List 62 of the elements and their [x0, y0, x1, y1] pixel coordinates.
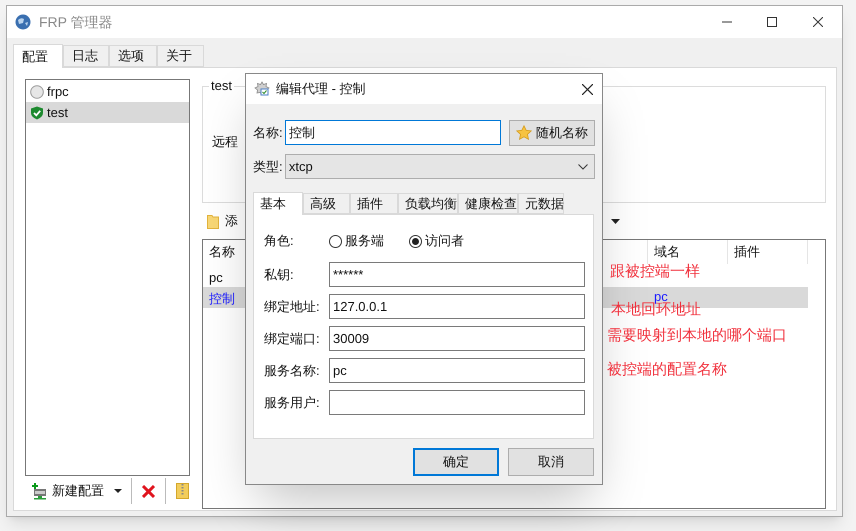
tab[interactable]: 元数据 [518, 193, 564, 214]
type-dropdown[interactable]: xtcp [284, 154, 595, 179]
window-title: FRP 管理器 [39, 12, 113, 32]
field-label: 绑定端口: [264, 330, 321, 348]
input-field[interactable]: ****** [329, 262, 585, 287]
name-field[interactable]: 控制 [284, 120, 502, 145]
random-name-button[interactable]: 随机名称 [509, 120, 595, 146]
dialog-button[interactable]: 取消 [508, 448, 594, 476]
delete-icon [142, 484, 155, 498]
radio-option[interactable]: 服务端 [329, 231, 409, 251]
input-field[interactable]: 127.0.0.1 [329, 294, 585, 319]
table-cell: 控制 [209, 291, 235, 306]
annotation-text: 跟被控端一样 [610, 264, 700, 280]
table-cell: pc [654, 289, 668, 304]
add-button[interactable]: 添 [225, 211, 238, 231]
caret-icon [114, 489, 122, 493]
shield-check-icon [30, 106, 44, 120]
chevron-down-icon [578, 164, 588, 170]
column-header[interactable]: 域名 [648, 240, 728, 264]
tab[interactable]: 基本 [253, 192, 303, 215]
column-header[interactable]: 插件 [728, 240, 808, 264]
maximize-icon [767, 17, 777, 27]
field-label: 私钥: [264, 266, 295, 284]
config-item[interactable]: frpc [26, 81, 189, 102]
field-label: 远程 [212, 133, 238, 151]
circle-icon [30, 84, 44, 98]
field-label: 服务名称: [264, 362, 321, 380]
config-item[interactable]: test [26, 102, 189, 123]
zip-file-icon [176, 483, 189, 499]
dialog-button[interactable]: 确定 [413, 448, 499, 476]
tab[interactable]: 负载均衡 [398, 193, 458, 214]
annotation-text: 需要映射到本地的哪个端口 [607, 328, 787, 344]
caret-icon [611, 219, 620, 224]
radio-button[interactable] [409, 234, 422, 248]
close-icon [582, 84, 593, 94]
input-field[interactable]: 30009 [329, 326, 585, 351]
star-icon [516, 125, 532, 140]
tab[interactable]: 高级 [303, 193, 350, 214]
radio-button[interactable] [329, 234, 342, 248]
field-label: 名称: [253, 124, 284, 142]
tab[interactable]: 日志 [63, 45, 109, 67]
close-icon [813, 17, 823, 27]
tab[interactable]: 健康检查 [458, 193, 518, 214]
radio-option[interactable]: 访问者 [409, 231, 464, 251]
annotation-text: 被控端的配置名称 [607, 362, 727, 378]
field-label: 绑定地址: [264, 298, 321, 316]
gear-document-icon [254, 81, 270, 97]
field-label: 服务用户: [264, 394, 321, 412]
tab[interactable]: 关于 [157, 45, 204, 67]
tab[interactable]: 插件 [350, 193, 398, 214]
folder-icon [207, 213, 219, 229]
globe-icon [15, 14, 31, 30]
new-config-button[interactable]: 新建配置 [32, 479, 104, 503]
computer-plus-icon [32, 482, 48, 500]
input-field[interactable] [329, 390, 585, 415]
input-field[interactable]: pc [329, 358, 585, 383]
tab[interactable]: 选项 [109, 45, 157, 67]
dialog-title: 编辑代理 - 控制 [276, 80, 366, 98]
annotation-text: 本地回环地址 [611, 302, 701, 318]
tab[interactable]: 配置 [13, 44, 63, 68]
field-label: 角色: [264, 232, 295, 250]
field-label: 类型: [253, 158, 284, 176]
